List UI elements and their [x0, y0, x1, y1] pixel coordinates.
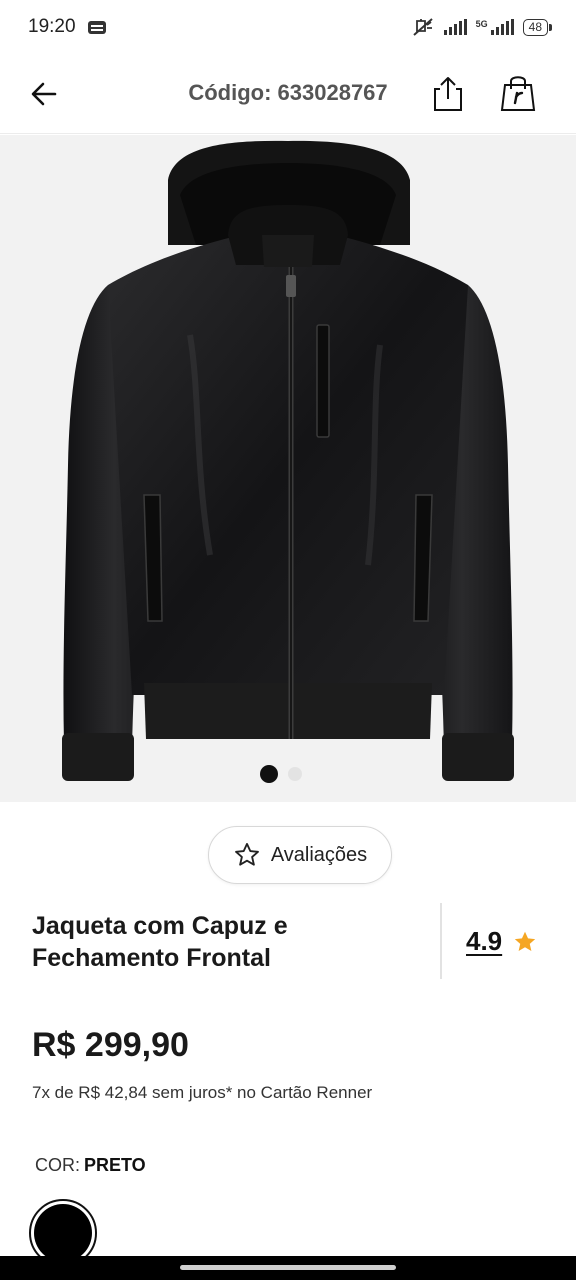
product-price: R$ 299,90	[32, 1026, 189, 1064]
5g-signal-icon: 5G	[476, 19, 514, 35]
gallery-dot[interactable]	[288, 767, 302, 781]
reviews-button[interactable]: Avaliações	[208, 826, 392, 884]
share-icon	[434, 77, 462, 111]
product-title-line2: Fechamento Frontal	[32, 944, 271, 972]
shopping-bag-button[interactable]	[496, 70, 540, 116]
rating-link[interactable]: 4.9	[466, 926, 538, 957]
network-label: 5G	[475, 19, 488, 29]
status-bar: 19:20 5G 48	[0, 0, 576, 54]
rating-value: 4.9	[466, 926, 503, 956]
message-icon	[87, 20, 106, 34]
jacket-product-image	[62, 140, 514, 781]
back-button[interactable]	[24, 74, 64, 114]
back-arrow-icon	[31, 82, 57, 106]
navigation-bar	[0, 1256, 576, 1280]
mute-icon	[412, 18, 433, 36]
share-button[interactable]	[426, 72, 470, 116]
color-row: COR: PRETO	[35, 1155, 146, 1176]
status-time: 19:20	[28, 16, 76, 37]
gallery-pagination	[260, 765, 302, 783]
gallery-dot-active[interactable]	[260, 765, 278, 783]
shopping-bag-icon	[500, 76, 536, 111]
star-outline-icon	[234, 842, 259, 866]
installments-info: 7x de R$ 42,84 sem juros* no Cartão Renn…	[32, 1083, 373, 1102]
star-filled-icon	[514, 931, 536, 951]
product-code: Código: 633028767	[188, 80, 388, 105]
battery-icon: 48	[522, 18, 553, 36]
product-title: Jaqueta com Capuz e Fechamento Frontal	[32, 910, 422, 974]
color-value: PRETO	[84, 1155, 146, 1175]
signal-icon	[443, 19, 467, 35]
rating-divider	[440, 903, 442, 979]
home-indicator[interactable]	[180, 1265, 396, 1270]
reviews-label: Avaliações	[270, 843, 368, 866]
status-icons: 5G 48	[411, 17, 553, 37]
color-label: COR:	[35, 1155, 80, 1175]
color-swatch-black	[34, 1204, 92, 1262]
app-header: Código: 633028767	[0, 54, 576, 134]
product-title-line1: Jaqueta com Capuz e	[32, 912, 288, 940]
product-image-gallery[interactable]	[0, 135, 576, 802]
